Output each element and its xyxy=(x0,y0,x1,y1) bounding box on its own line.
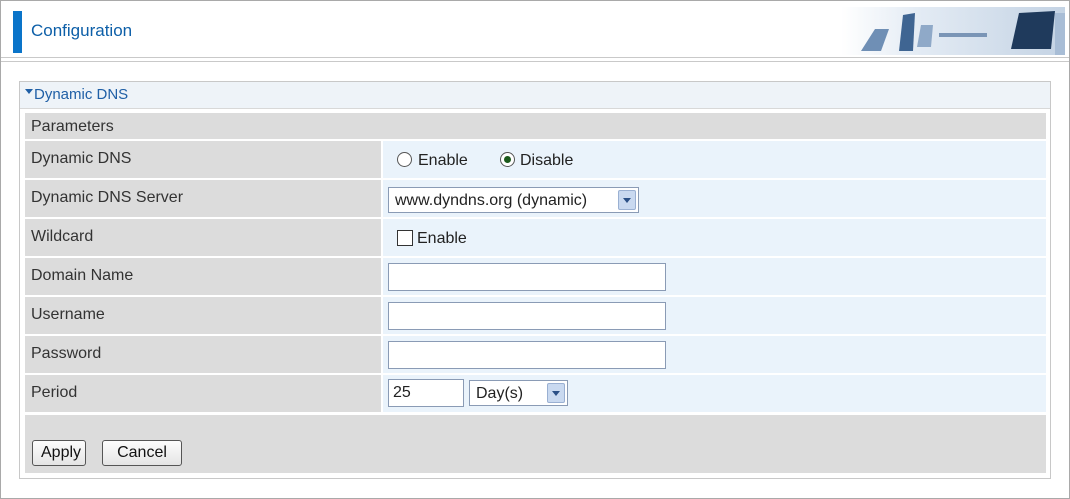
disable-radio-label[interactable]: Disable xyxy=(520,152,573,170)
chevron-down-icon[interactable] xyxy=(618,190,636,210)
page-frame: Configuration Dynamic DNS Parameters Dyn… xyxy=(0,0,1070,499)
username-label: Username xyxy=(31,306,105,323)
row-domain-name: Domain Name xyxy=(25,258,1046,295)
disable-radio[interactable] xyxy=(500,152,515,167)
row-password: Password xyxy=(25,336,1046,373)
row-wildcard: Wildcard Enable xyxy=(25,219,1046,256)
page-title: Configuration xyxy=(31,21,133,40)
panel-header[interactable]: Dynamic DNS xyxy=(20,82,1050,109)
username-input[interactable] xyxy=(388,302,666,330)
banner-image xyxy=(841,7,1065,55)
collapse-triangle-icon[interactable] xyxy=(25,89,33,94)
row-dynamic-dns-server: Dynamic DNS Server www.dyndns.org (dynam… xyxy=(25,180,1046,217)
password-input[interactable] xyxy=(388,341,666,369)
enable-radio[interactable] xyxy=(397,152,412,167)
period-input[interactable] xyxy=(388,379,464,407)
header-rule xyxy=(1,57,1069,58)
wildcard-label: Wildcard xyxy=(31,228,94,245)
section-header: Parameters xyxy=(25,113,1046,141)
password-label: Password xyxy=(31,345,102,362)
header-accent-bar xyxy=(13,11,22,53)
dynamic-dns-panel: Dynamic DNS Parameters Dynamic DNS Enabl… xyxy=(19,81,1051,479)
wildcard-checkbox[interactable] xyxy=(397,230,413,246)
server-label: Dynamic DNS Server xyxy=(31,189,184,206)
period-unit-value: Day(s) xyxy=(476,385,524,402)
row-username: Username xyxy=(25,297,1046,334)
panel-title: Dynamic DNS xyxy=(34,86,129,103)
domain-name-label: Domain Name xyxy=(31,267,134,284)
apply-button[interactable]: Apply xyxy=(32,440,86,466)
dynamic-dns-label: Dynamic DNS xyxy=(31,150,132,167)
server-select[interactable]: www.dyndns.org (dynamic) xyxy=(388,187,639,213)
period-label: Period xyxy=(31,384,78,401)
page-header: Configuration xyxy=(1,1,1069,62)
period-unit-select[interactable]: Day(s) xyxy=(469,380,568,406)
enable-radio-label[interactable]: Enable xyxy=(418,152,468,170)
row-period: Period Day(s) xyxy=(25,375,1046,412)
row-dynamic-dns: Dynamic DNS Enable Disable xyxy=(25,141,1046,178)
header-rule xyxy=(1,61,1069,62)
domain-name-input[interactable] xyxy=(388,263,666,291)
wildcard-checkbox-label[interactable]: Enable xyxy=(417,230,467,248)
cancel-button[interactable]: Cancel xyxy=(102,440,182,466)
server-select-value: www.dyndns.org (dynamic) xyxy=(395,192,588,209)
button-bar: Apply Cancel xyxy=(25,415,1046,473)
section-title: Parameters xyxy=(31,118,114,135)
chevron-down-icon[interactable] xyxy=(547,383,565,403)
